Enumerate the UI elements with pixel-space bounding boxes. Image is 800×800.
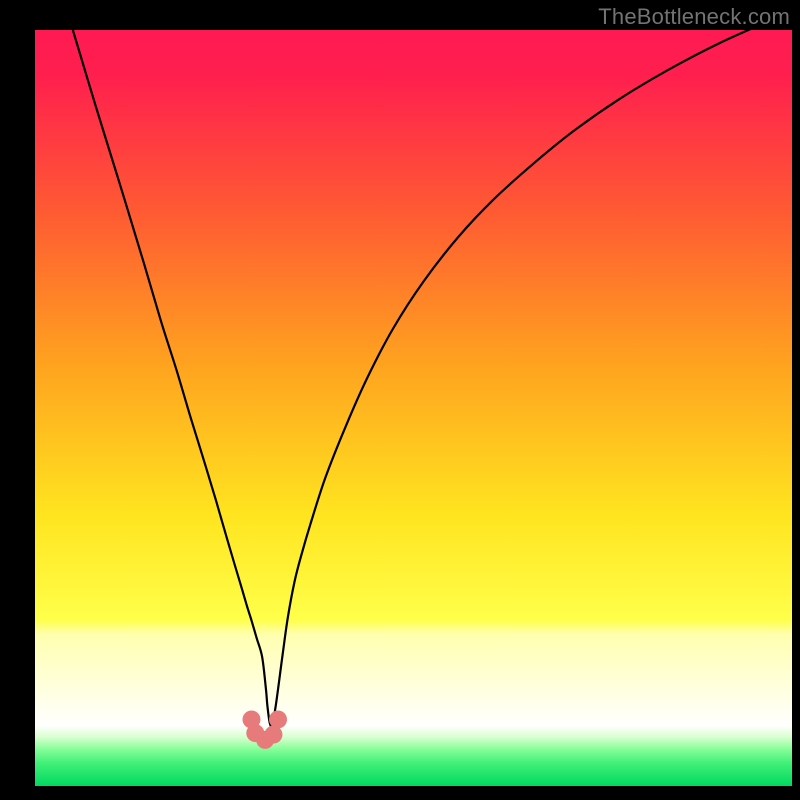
chart-frame: TheBottleneck.com: [0, 0, 800, 800]
plot-background: [35, 30, 792, 786]
bottleneck-chart: [0, 0, 800, 800]
curve-marker: [269, 710, 287, 728]
watermark-text: TheBottleneck.com: [598, 4, 790, 30]
